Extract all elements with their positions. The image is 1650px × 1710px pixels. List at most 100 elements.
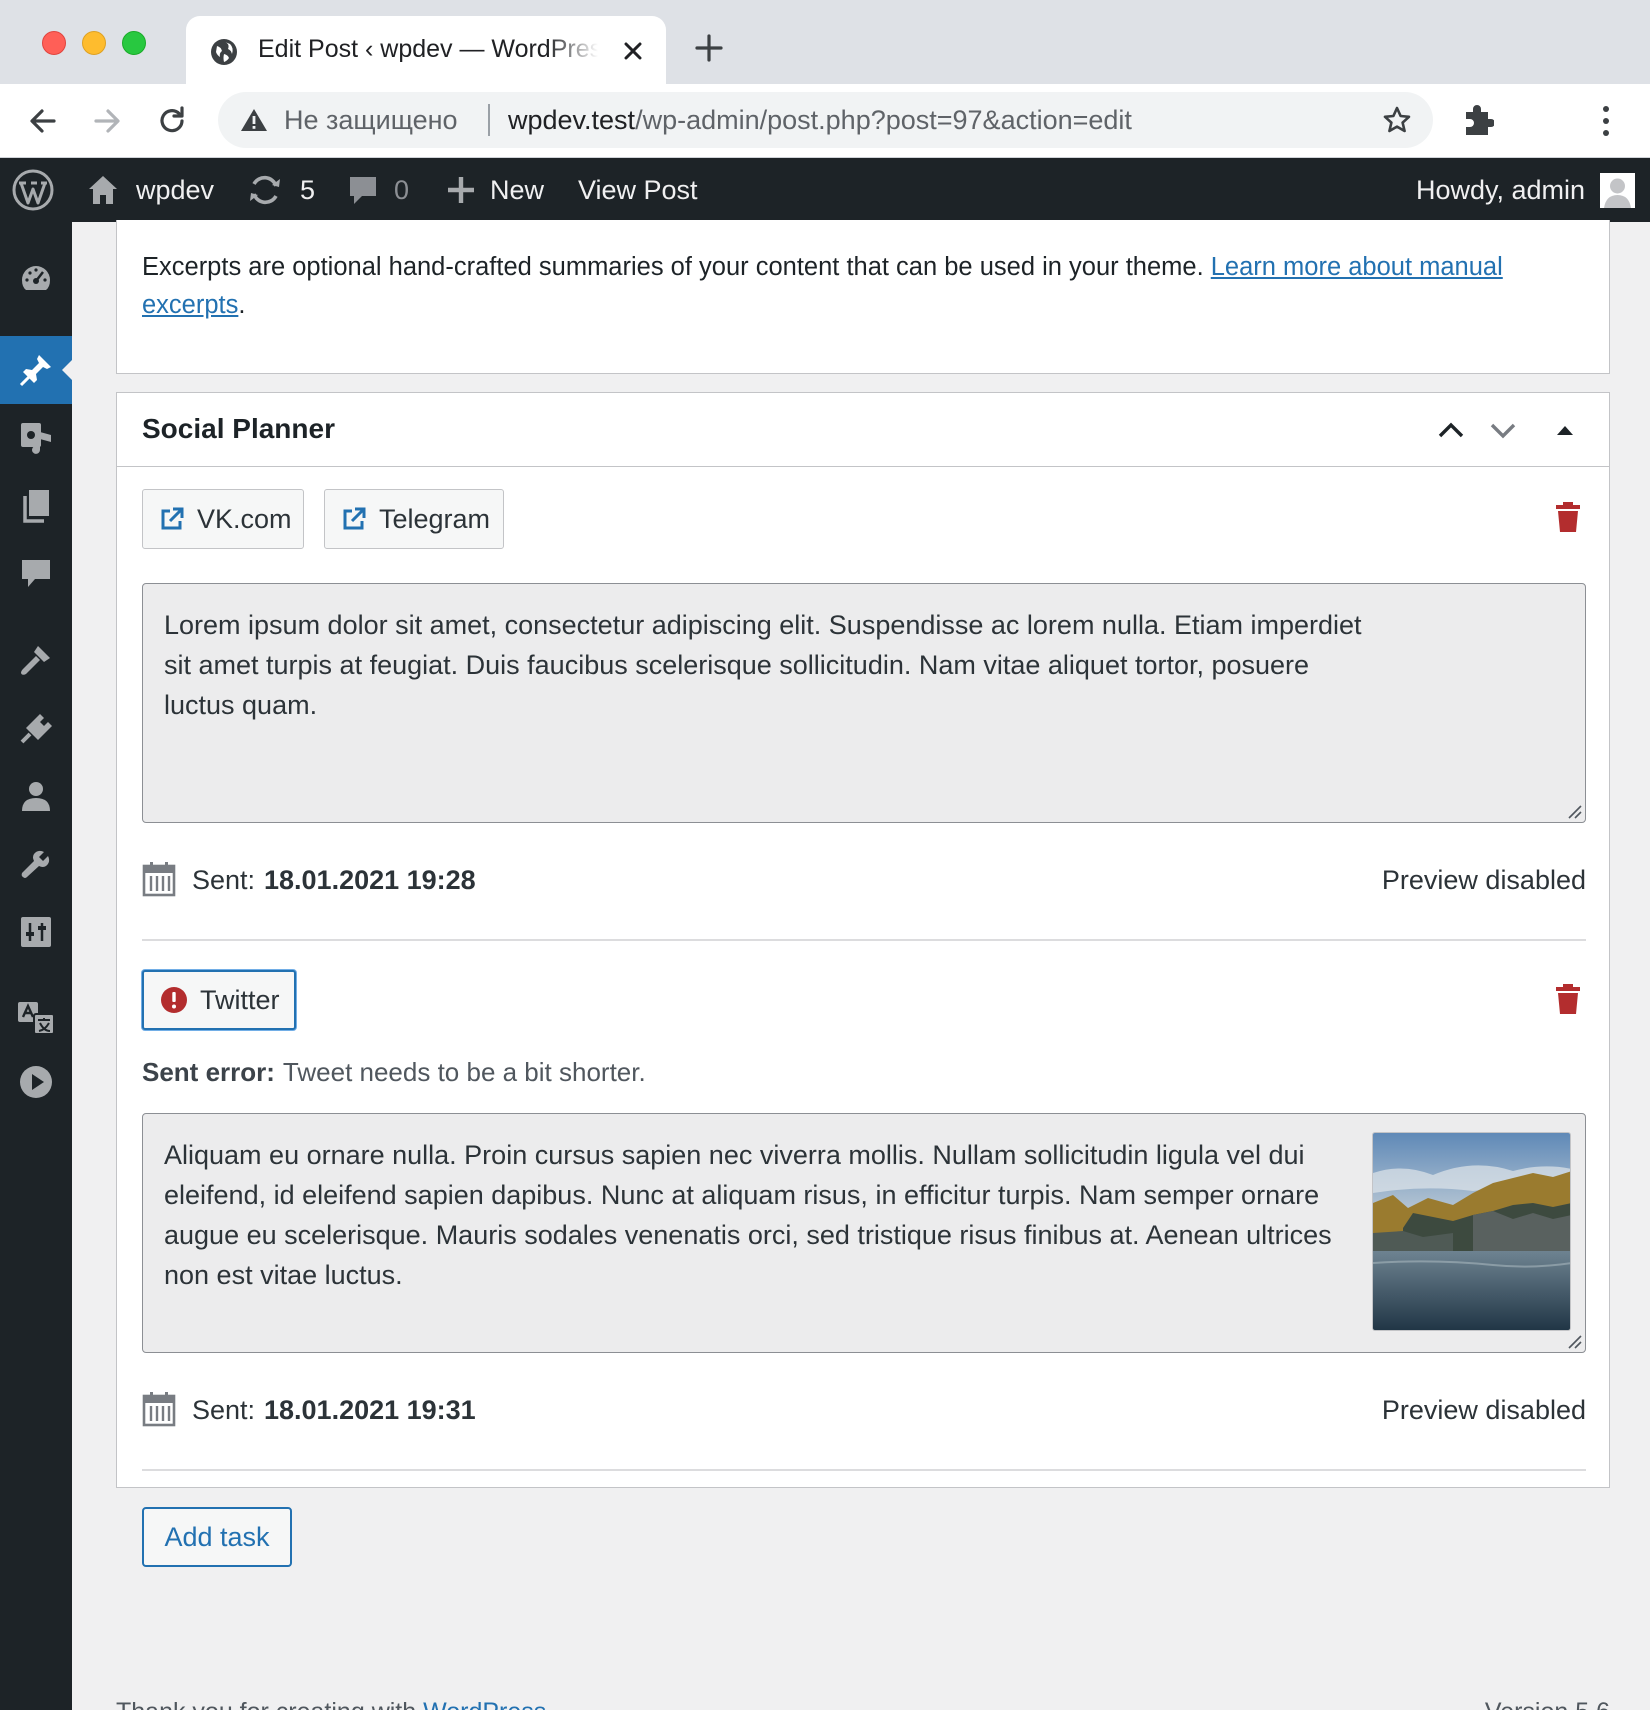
lake-photo [1373,1133,1570,1330]
social-planner-header: Social Planner [117,393,1609,467]
warning-triangle-icon[interactable] [240,107,268,133]
avatar-silhouette-icon [1600,173,1635,208]
admin-footer-text: Thank you for creating with WordPress [116,1698,546,1710]
trash-icon[interactable] [1555,501,1581,533]
wordpress-link[interactable]: WordPress [423,1698,546,1710]
omnibox-separator [488,104,490,136]
pushpin-icon [19,355,51,387]
sidebar-item-plugins[interactable] [0,694,72,762]
sidebar-item-media[interactable] [0,404,72,472]
minimize-window-button[interactable] [82,31,106,55]
sidebar-item-appearance[interactable] [0,626,72,694]
howdy-label: Howdy, admin [1416,174,1586,205]
pages-icon [23,490,49,523]
resize-grip-icon[interactable] [1566,803,1582,819]
external-link-icon [343,507,366,530]
url-path: /wp-admin/post.php?post=97&action=edit [635,105,1132,135]
sent-error-label: Sent error: [142,1057,275,1087]
preview-status: Preview disabled [1381,1395,1586,1425]
move-up-chevron-icon[interactable] [1435,414,1467,446]
users-icon [22,782,50,811]
task-divider [142,939,1586,941]
site-name-menu[interactable]: wpdev [86,158,214,222]
appearance-brush-icon [21,646,50,675]
sent-label: Sent: [192,1395,256,1425]
translate-icon [18,1002,55,1035]
comments-count: 0 [394,174,410,205]
task-message-textarea[interactable]: Lorem ipsum dolor sit amet, consectetur … [142,583,1586,823]
external-link-icon [161,507,184,530]
sidebar-item-posts[interactable] [0,336,72,404]
collapse-toggle-icon[interactable] [1549,414,1581,446]
media-icon [21,423,51,454]
updates-refresh-icon [250,175,280,205]
sidebar-item-tools[interactable] [0,830,72,898]
updates-menu[interactable]: 5 [246,158,315,222]
bookmark-star-icon[interactable] [1382,105,1412,135]
close-window-button[interactable] [42,31,66,55]
excerpt-help-end: . [238,291,246,319]
sidebar-item-media-player[interactable] [0,1048,72,1116]
calendar-icon [142,1392,176,1427]
settings-sliders-icon [21,917,51,947]
social-planner-title: Social Planner [142,413,335,444]
view-post-link[interactable]: View Post [578,158,698,222]
wp-logo-menu[interactable] [12,158,54,222]
back-arrow-icon[interactable] [26,104,60,138]
not-secure-label[interactable]: Не защищено [284,105,458,136]
close-tab-icon[interactable] [620,38,646,64]
sidebar-item-pages[interactable] [0,472,72,540]
network-button-vk[interactable]: VK.com [142,489,304,549]
task-message-text: Aliquam eu ornare nulla. Proin cursus sa… [164,1140,1332,1290]
resize-grip-icon[interactable] [1566,1333,1582,1349]
browser-menu-icon[interactable] [1594,104,1618,138]
plugins-icon [20,714,52,744]
footer-thanks: Thank you for creating with [116,1698,423,1710]
comment-bubble-icon [350,177,376,204]
sent-error-line: Sent error: Tweet needs to be a bit short… [142,1057,646,1088]
my-account-menu[interactable]: Howdy, admin [1416,158,1585,222]
sidebar-item-dashboard[interactable] [0,244,72,312]
attached-image-thumbnail[interactable] [1372,1132,1571,1331]
move-down-chevron-icon[interactable] [1487,414,1519,446]
zoom-window-button[interactable] [122,31,146,55]
main-content: Excerpts are optional hand-crafted summa… [72,220,1650,1710]
trash-icon[interactable] [1555,983,1581,1015]
home-icon [89,176,117,204]
task-message-textarea[interactable]: Aliquam eu ornare nulla. Proin cursus sa… [142,1113,1586,1353]
excerpt-metabox: Excerpts are optional hand-crafted summa… [116,220,1610,374]
wp-admin-menu [0,222,72,1710]
sent-label: Sent: [192,865,256,895]
browser-tab-active[interactable]: Edit Post ‹ wpdev — WordPress [186,16,666,84]
tab-title: Edit Post ‹ wpdev — WordPress [258,35,598,63]
network-button-telegram[interactable]: Telegram [324,489,504,549]
sidebar-item-users[interactable] [0,762,72,830]
excerpt-help-body: Excerpts are optional hand-crafted summa… [142,253,1211,281]
tools-wrench-icon [21,850,50,878]
address-bar[interactable]: Не защищено wpdev.test/wp-admin/post.php… [218,92,1433,148]
new-label: New [490,174,545,205]
social-planner-metabox: Social Planner VK.com Telegram Lorem ips… [116,392,1610,1567]
excerpt-help-text: Excerpts are optional hand-crafted summa… [142,248,1582,324]
new-tab-icon[interactable] [694,33,724,63]
avatar[interactable] [1600,173,1635,208]
url-text[interactable]: wpdev.test/wp-admin/post.php?post=97&act… [508,105,1132,136]
new-content-menu[interactable]: New [446,158,544,222]
forward-arrow-icon[interactable] [90,104,124,138]
task-sent-row: Sent: 18.01.2021 19:31 Preview disabled [142,1389,1586,1429]
sidebar-item-settings[interactable] [0,898,72,966]
browser-toolbar: Не защищено wpdev.test/wp-admin/post.php… [0,84,1650,158]
comments-menu[interactable]: 0 [348,158,409,222]
sidebar-item-comments[interactable] [0,540,72,608]
add-task-button[interactable]: Add task [142,1507,292,1567]
view-post-label: View Post [578,174,698,205]
footer-version: Version 5.6 [1485,1698,1610,1710]
dashboard-icon [22,266,50,290]
task-sent-row: Sent: 18.01.2021 19:28 Preview disabled [142,859,1586,899]
sidebar-item-translate[interactable] [0,984,72,1052]
task-divider [142,1469,1586,1471]
network-button-twitter[interactable]: Twitter [142,970,296,1030]
reload-icon[interactable] [155,104,189,138]
sent-date: 18.01.2021 19:31 [264,1395,476,1425]
extensions-puzzle-icon[interactable] [1462,102,1494,138]
